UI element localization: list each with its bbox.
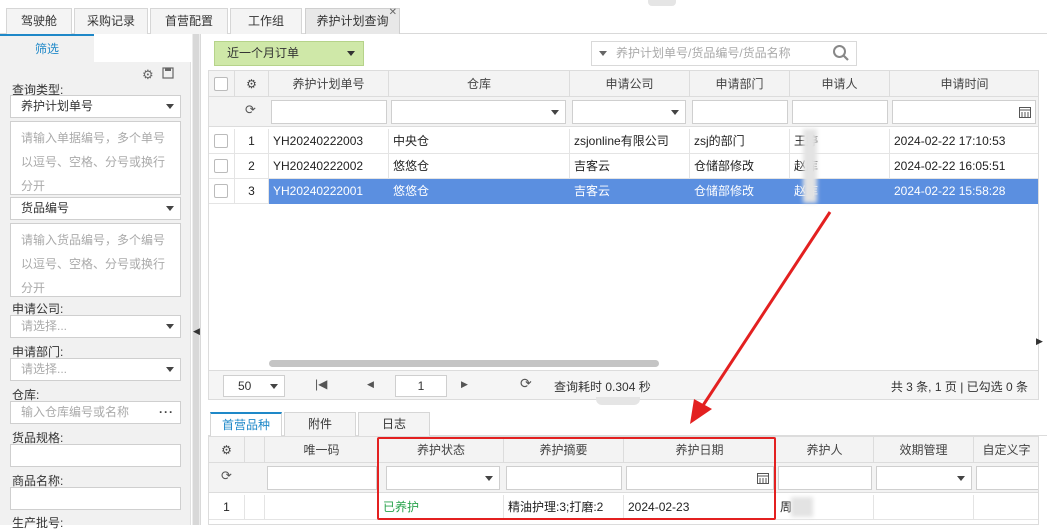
chevron-right-icon[interactable]: ▶ — [1036, 336, 1043, 347]
annotation-arrow — [690, 211, 832, 424]
